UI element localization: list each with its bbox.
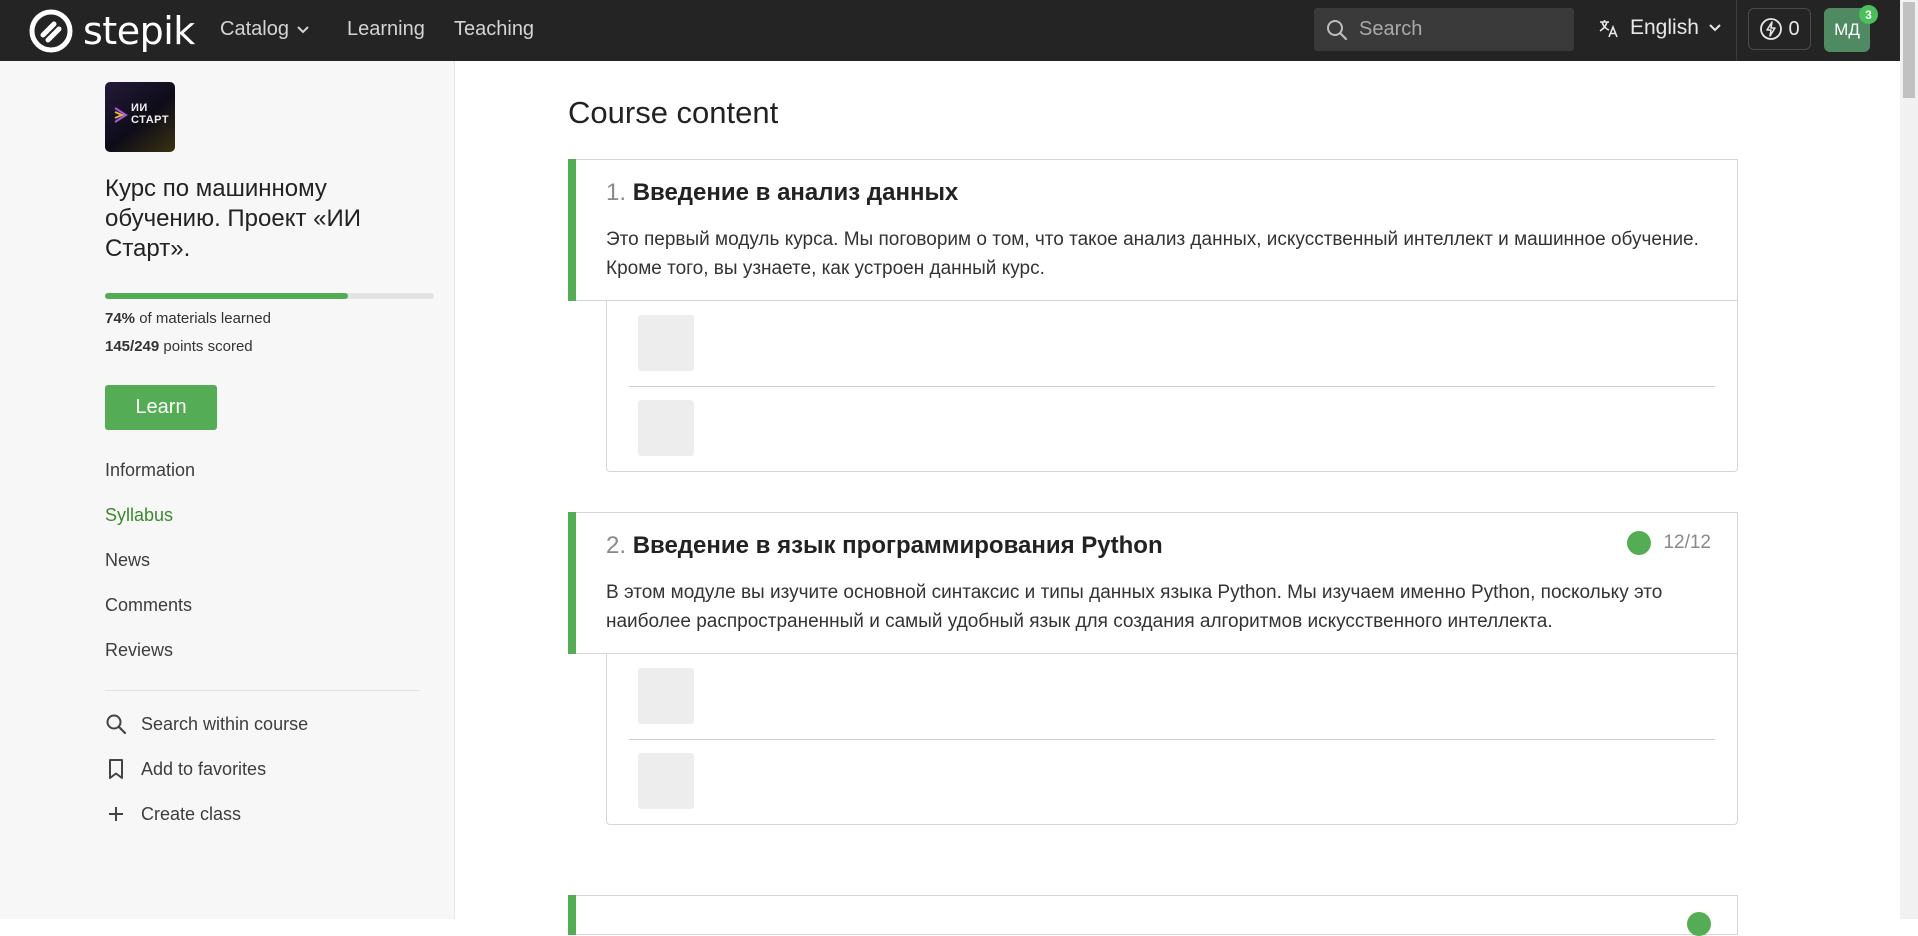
sidebar-link-reviews[interactable]: Reviews (105, 640, 173, 661)
course-progress-fill (105, 293, 349, 299)
lesson-placeholder (638, 668, 694, 724)
module-card: 1. Введение в анализ данных Это первый м… (568, 159, 1738, 472)
page-scrollbar[interactable] (1900, 0, 1918, 919)
page-title: Course content (568, 95, 779, 130)
lesson-item[interactable] (607, 301, 1737, 386)
add-to-favorites-action[interactable]: Add to favorites (105, 758, 266, 780)
completed-status-icon (1627, 531, 1652, 555)
module-title-text: Введение в язык программирования Python (632, 532, 1163, 559)
chevron-down-icon (297, 25, 309, 33)
module-number: 1. (606, 179, 627, 206)
lesson-item[interactable] (607, 654, 1737, 739)
create-class-label: Create class (141, 803, 242, 824)
energy-count: 0 (1788, 17, 1800, 40)
stepik-logo[interactable]: stepik (29, 9, 195, 53)
translate-icon (1599, 20, 1618, 38)
top-navigation-bar: stepik Catalog Learning Teaching English (0, 0, 1900, 61)
create-class-action[interactable]: Create class (105, 803, 241, 825)
lesson-item[interactable] (607, 386, 1737, 471)
course-image-text: ИИ СТАРТ (131, 102, 170, 126)
language-label: English (1630, 16, 1699, 39)
learn-button[interactable]: Learn (105, 385, 217, 430)
course-sidebar: ИИ СТАРТ Курс по машинному обучению. Прое… (0, 61, 455, 919)
module-header[interactable] (568, 895, 1738, 936)
points-value: 145/249 (105, 338, 160, 355)
sidebar-link-syllabus[interactable]: Syllabus (105, 505, 173, 526)
lesson-list (606, 654, 1738, 825)
add-to-favorites-label: Add to favorites (141, 758, 267, 779)
course-title[interactable]: Курс по машинному обучению. Проект «ИИ С… (105, 174, 425, 264)
course-progress-bar (105, 293, 434, 299)
module-title-text: Введение в анализ данных (632, 179, 959, 206)
materials-percent: 74% (105, 310, 136, 327)
nav-teaching[interactable]: Teaching (454, 18, 534, 41)
energy-button[interactable]: 0 (1748, 8, 1811, 50)
course-image[interactable]: ИИ СТАРТ (105, 82, 175, 152)
nav-catalog[interactable]: Catalog (220, 18, 309, 41)
brand-name: stepik (83, 9, 195, 53)
scrollbar-thumb[interactable] (1903, 2, 1915, 98)
module-progress-count: 12/12 (1663, 532, 1711, 553)
points-label: points scored (163, 338, 253, 355)
bookmark-icon (109, 759, 123, 779)
module-description: Это первый модуль курса. Мы поговорим о … (606, 229, 1699, 279)
language-selector[interactable]: English (1598, 16, 1721, 40)
materials-stat: 74% of materials learned (105, 310, 271, 327)
notifications-badge: 3 (1859, 5, 1878, 24)
search-icon (1327, 19, 1348, 40)
nav-learning[interactable]: Learning (347, 18, 425, 41)
lesson-placeholder (638, 315, 694, 371)
search-icon (106, 714, 127, 735)
nav-catalog-label: Catalog (220, 18, 289, 40)
sidebar-link-information[interactable]: Information (105, 460, 195, 481)
search-within-course-label: Search within course (141, 713, 309, 734)
sidebar-link-news[interactable]: News (105, 550, 150, 571)
module-title: 1. Введение в анализ данных (606, 179, 1711, 207)
module-header[interactable]: 2. Введение в язык программирования Pyth… (568, 512, 1738, 654)
module-progress: 12/12 (1627, 531, 1711, 555)
materials-label: of materials learned (139, 310, 271, 327)
chevron-down-icon (1709, 24, 1721, 32)
module-number: 2. (606, 532, 627, 559)
search-input[interactable] (1357, 17, 1561, 42)
sidebar-link-comments[interactable]: Comments (105, 595, 192, 616)
module-progress (1687, 912, 1711, 936)
plus-icon (109, 807, 123, 821)
lightning-icon (1760, 18, 1783, 40)
lesson-placeholder (638, 753, 694, 809)
search-box[interactable] (1314, 8, 1574, 51)
lesson-list (606, 301, 1738, 472)
module-title: 2. Введение в язык программирования Pyth… (606, 532, 1711, 560)
sidebar-divider (105, 690, 420, 691)
points-stat: 145/249 points scored (105, 338, 253, 355)
module-card-partial (568, 895, 1738, 936)
course-logo-mark-icon (114, 107, 128, 123)
stepik-logo-icon (29, 9, 73, 53)
lesson-placeholder (638, 400, 694, 456)
module-description: В этом модуле вы изучите основной синтак… (606, 582, 1663, 632)
completed-status-icon (1687, 912, 1711, 936)
module-header[interactable]: 1. Введение в анализ данных Это первый м… (568, 159, 1738, 301)
module-card: 2. Введение в язык программирования Pyth… (568, 512, 1738, 825)
nav-divider (1736, 0, 1737, 61)
search-within-course-action[interactable]: Search within course (105, 713, 308, 735)
lesson-item[interactable] (607, 739, 1737, 824)
